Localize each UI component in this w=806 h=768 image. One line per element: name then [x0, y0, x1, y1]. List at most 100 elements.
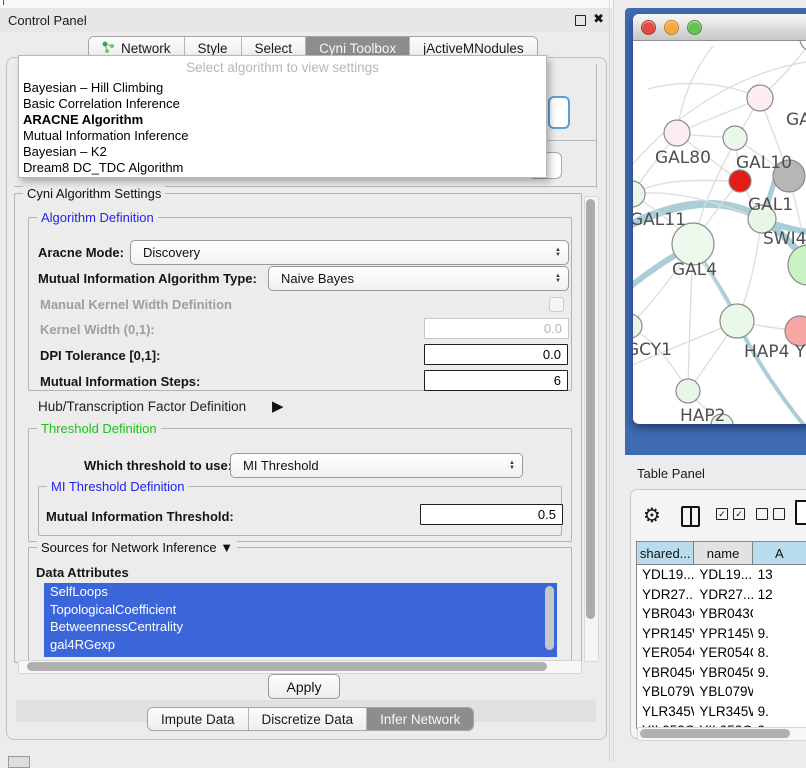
network-canvas[interactable]: GALGAL80GAL10GAL1GAL11SWI4GAL4GCY1HAP4YH…: [633, 41, 806, 424]
table-row[interactable]: YLR345WYLR345W9.: [637, 702, 806, 722]
table-cell: YBL079W: [637, 684, 694, 699]
attribute-item[interactable]: BetweennessCentrality: [44, 618, 557, 636]
network-node[interactable]: [664, 120, 690, 146]
manual-kernel-checkbox[interactable]: [549, 297, 564, 312]
network-node[interactable]: [729, 170, 751, 192]
settings-vertical-scrollbar[interactable]: [584, 196, 599, 662]
expand-arrow-icon[interactable]: ▶: [272, 397, 284, 415]
table-cell: YER054C: [637, 645, 694, 660]
bottom-tab-bar: Impute Data Discretize Data Infer Network: [147, 707, 474, 731]
network-node[interactable]: [800, 41, 806, 51]
algorithm-option[interactable]: Mutual Information Inference: [19, 128, 546, 144]
node-label: GAL11: [633, 210, 686, 230]
tab-label: Discretize Data: [262, 712, 354, 727]
which-threshold-value: MI Threshold: [231, 458, 319, 473]
tab-discretize-data[interactable]: Discretize Data: [249, 708, 368, 730]
settings-horizontal-scrollbar[interactable]: [18, 660, 582, 674]
table-cell: YPR145W: [694, 626, 752, 641]
column-header-2[interactable]: name: [694, 542, 752, 564]
table-cell: YLR345W: [694, 704, 752, 719]
collapsed-panel-icon[interactable]: [8, 756, 30, 768]
algorithm-option[interactable]: Basic Correlation Inference: [19, 96, 546, 112]
node-label: Y: [794, 342, 806, 362]
table-cell: YDR27...: [694, 587, 752, 602]
node-table: shared...nameA YDL19...YDL19...13YDR27..…: [636, 541, 806, 729]
dpi-tolerance-input[interactable]: [424, 344, 568, 365]
data-attributes-list[interactable]: SelfLoopsTopologicalCoefficientBetweenne…: [44, 583, 557, 657]
table-row[interactable]: YBR045CYBR045C9.: [637, 663, 806, 683]
network-node[interactable]: [720, 304, 754, 338]
algorithm-option[interactable]: Dream8 DC_TDC Algorithm: [19, 160, 546, 176]
close-traffic-light[interactable]: [641, 20, 656, 35]
list-scrollbar[interactable]: [545, 586, 554, 650]
minimize-traffic-light[interactable]: [664, 20, 679, 35]
table-row[interactable]: YDR27...YDR27...12: [637, 585, 806, 605]
table-cell: 13: [753, 567, 806, 582]
focused-combo-fragment[interactable]: [548, 96, 570, 129]
cyni-settings-title: Cyni Algorithm Settings: [23, 186, 165, 201]
mi-threshold-title: MI Threshold Definition: [47, 479, 188, 494]
page-icon[interactable]: [795, 500, 806, 525]
table-row[interactable]: YDL19...YDL19...13: [637, 565, 806, 585]
attribute-item[interactable]: SelfLoops: [44, 583, 557, 601]
algorithm-option[interactable]: ARACNE Algorithm: [19, 112, 546, 128]
network-edge[interactable]: [633, 180, 740, 194]
network-window-titlebar[interactable]: [633, 14, 806, 41]
table-cell: YBR043C: [637, 606, 694, 621]
column-header-3[interactable]: A: [753, 542, 806, 564]
unchecked-column-icon[interactable]: [756, 508, 768, 520]
table-row[interactable]: YPR145WYPR145W9.: [637, 624, 806, 644]
table-cell: 9.: [753, 626, 806, 641]
network-node[interactable]: [676, 379, 700, 403]
mi-threshold-input[interactable]: [420, 504, 563, 525]
table-body: YDL19...YDL19...13YDR27...YDR27...12YBR0…: [637, 565, 806, 729]
tab-infer-network[interactable]: Infer Network: [367, 708, 473, 730]
combo-stepper-icon: ▲▼: [555, 274, 568, 284]
split-columns-icon[interactable]: [681, 506, 700, 527]
table-cell: YPR145W: [637, 626, 694, 641]
mi-type-label: Mutual Information Algorithm Type:: [38, 271, 257, 286]
network-window[interactable]: GALGAL80GAL10GAL1GAL11SWI4GAL4GCY1HAP4YH…: [633, 14, 806, 424]
panel-divider[interactable]: [613, 0, 614, 762]
algorithm-option[interactable]: Bayesian – Hill Climbing: [19, 80, 546, 96]
attribute-item[interactable]: gal4RGexp: [44, 636, 557, 654]
checked-column-icon[interactable]: ✓: [716, 508, 728, 520]
table-row[interactable]: YBL079WYBL079W: [637, 682, 806, 702]
collapse-arrow-icon[interactable]: ▼: [220, 540, 233, 555]
attribute-item[interactable]: TopologicalCoefficient: [44, 601, 557, 619]
which-threshold-select[interactable]: MI Threshold ▲▼: [230, 453, 523, 478]
table-horizontal-scrollbar[interactable]: [637, 727, 806, 741]
table-row[interactable]: YER054CYER054C8.: [637, 643, 806, 663]
apply-button[interactable]: Apply: [268, 674, 340, 699]
table-cell: 9.: [753, 665, 806, 680]
network-node[interactable]: [747, 85, 773, 111]
algorithm-definition-title: Algorithm Definition: [37, 210, 158, 225]
tab-label: Select: [255, 41, 293, 56]
gear-icon[interactable]: ⚙: [643, 503, 661, 527]
network-node[interactable]: [633, 181, 645, 207]
network-node[interactable]: [723, 126, 747, 150]
table-cell: YBR043C: [694, 606, 752, 621]
tab-impute-data[interactable]: Impute Data: [148, 708, 249, 730]
column-header-1[interactable]: shared...: [637, 542, 694, 564]
network-edge[interactable]: [648, 83, 760, 98]
float-window-icon[interactable]: [575, 15, 586, 26]
mi-type-select[interactable]: Naive Bayes ▲▼: [268, 266, 569, 291]
checked-column-icon[interactable]: ✓: [733, 508, 745, 520]
algorithm-option[interactable]: Bayesian – K2: [19, 144, 546, 160]
aracne-mode-select[interactable]: Discovery ▲▼: [130, 240, 569, 265]
table-cell: YLR345W: [637, 704, 694, 719]
group-border-fragment: [546, 140, 597, 141]
panel-divider[interactable]: [609, 0, 610, 762]
top-strip: [0, 0, 612, 8]
network-node[interactable]: [788, 245, 806, 285]
table-row[interactable]: YBR043CYBR043C: [637, 604, 806, 624]
table-cell: 12: [753, 587, 806, 602]
tab-label: Network: [121, 41, 171, 56]
mi-steps-input[interactable]: [424, 370, 568, 391]
zoom-traffic-light[interactable]: [687, 20, 702, 35]
node-label: SWI4: [763, 229, 806, 249]
hub-section-label[interactable]: Hub/Transcription Factor Definition: [38, 399, 246, 414]
unchecked-column-icon[interactable]: [773, 508, 785, 520]
close-icon[interactable]: ✖: [593, 11, 604, 27]
